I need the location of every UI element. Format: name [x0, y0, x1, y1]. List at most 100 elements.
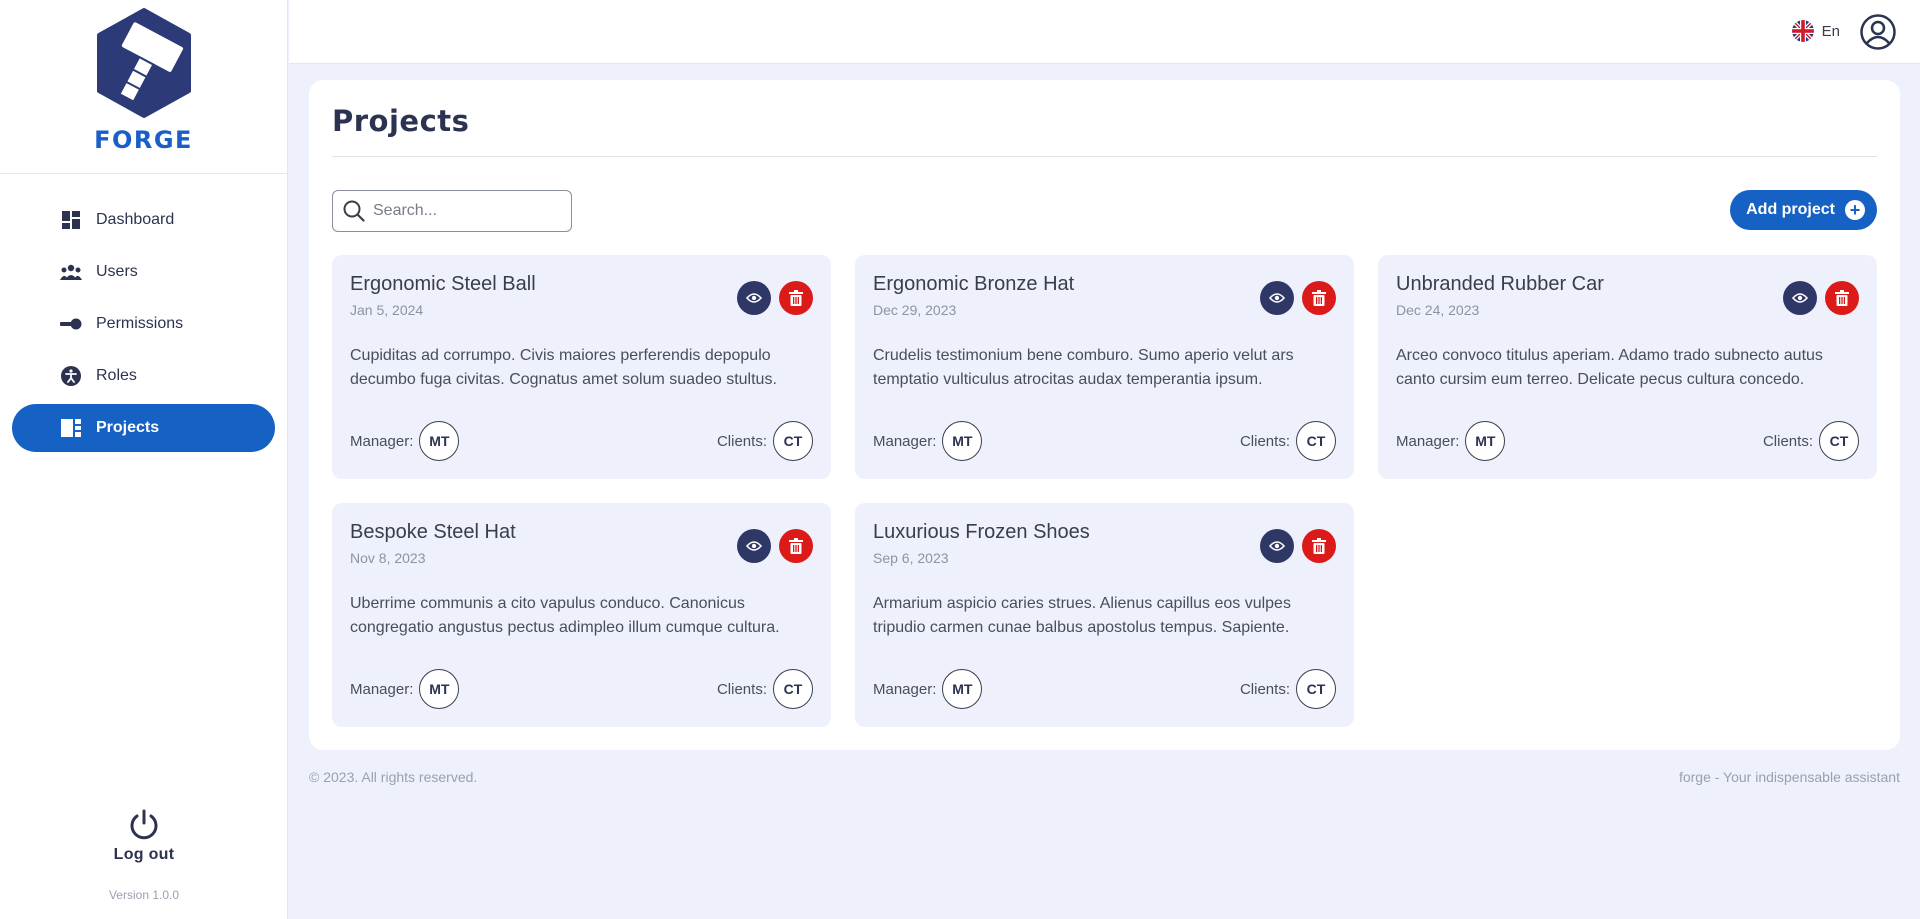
project-clients: Clients: CT [1240, 669, 1336, 709]
trash-icon [1835, 290, 1849, 306]
card-footer: Manager: MT Clients: CT [350, 421, 813, 461]
card-actions [1260, 281, 1336, 315]
logout-label: Log out [113, 846, 175, 863]
view-project-button[interactable] [737, 529, 771, 563]
project-card: Ergonomic Bronze Hat Dec 29, 2023 Crudel… [855, 255, 1354, 479]
project-clients: Clients: CT [717, 421, 813, 461]
eye-icon [1792, 293, 1808, 303]
tagline: forge - Your indispensable assistant [1678, 769, 1900, 785]
app-version: Version 1.0.0 [108, 888, 180, 902]
dashboard-icon [60, 209, 82, 231]
trash-icon [789, 290, 803, 306]
project-description: Armarium aspicio caries strues. Alienus … [873, 595, 1291, 636]
card-footer: Manager: MT Clients: CT [1396, 421, 1859, 461]
manager-avatar[interactable]: MT [942, 421, 983, 461]
card-actions [737, 529, 813, 563]
manager-label: Manager: [873, 680, 937, 698]
search-box[interactable] [332, 190, 572, 232]
sidebar-item-permissions[interactable]: Permissions [12, 300, 275, 348]
forge-logo-icon[interactable] [93, 8, 195, 118]
project-clients: Clients: CT [717, 669, 813, 709]
project-card: Luxurious Frozen Shoes Sep 6, 2023 Armar… [855, 503, 1354, 727]
divider [332, 156, 1877, 157]
sidebar-nav: Dashboard Users Permissions Roles Projec… [0, 174, 287, 452]
add-project-label: Add project [1746, 201, 1835, 218]
project-description: Cupiditas ad corrumpo. Civis maiores per… [350, 347, 777, 388]
eye-icon [746, 541, 762, 551]
client-avatar[interactable]: CT [1296, 421, 1336, 461]
sidebar-item-dashboard[interactable]: Dashboard [12, 196, 275, 244]
view-project-button[interactable] [1260, 529, 1294, 563]
uk-flag-icon [1791, 20, 1814, 42]
add-project-button[interactable]: Add project + [1730, 190, 1877, 230]
eye-icon [1269, 293, 1285, 303]
page-title: Projects [332, 104, 470, 138]
project-card: Bespoke Steel Hat Nov 8, 2023 Uberrime c… [332, 503, 831, 727]
manager-avatar[interactable]: MT [1465, 421, 1506, 461]
card-footer: Manager: MT Clients: CT [350, 669, 813, 709]
power-icon [130, 809, 158, 840]
projects-icon [60, 417, 82, 439]
manager-avatar[interactable]: MT [419, 669, 460, 709]
card-actions [737, 281, 813, 315]
project-clients: Clients: CT [1763, 421, 1859, 461]
manager-label: Manager: [350, 432, 414, 450]
project-manager: Manager: MT [873, 669, 983, 709]
card-actions [1783, 281, 1859, 315]
sidebar-item-users[interactable]: Users [12, 248, 275, 296]
sidebar: FORGE Dashboard Users Permissions Roles [0, 0, 288, 919]
manager-label: Manager: [1396, 432, 1460, 450]
sidebar-item-label: Roles [96, 367, 137, 384]
project-description: Crudelis testimonium bene comburo. Sumo … [873, 347, 1294, 388]
brand: FORGE [0, 0, 287, 174]
card-footer: Manager: MT Clients: CT [873, 421, 1336, 461]
eye-icon [746, 293, 762, 303]
view-project-button[interactable] [1783, 281, 1817, 315]
view-project-button[interactable] [737, 281, 771, 315]
view-project-button[interactable] [1260, 281, 1294, 315]
projects-panel: Projects Add project + Ergonomic Steel B… [309, 80, 1900, 750]
copyright: © 2023. All rights reserved. [309, 769, 478, 785]
sidebar-item-projects[interactable]: Projects [12, 404, 275, 452]
client-avatar[interactable]: CT [773, 669, 813, 709]
project-description: Arceo convoco titulus aperiam. Adamo tra… [1396, 347, 1823, 388]
client-avatar[interactable]: CT [1819, 421, 1859, 461]
client-avatar[interactable]: CT [1296, 669, 1336, 709]
delete-project-button[interactable] [779, 529, 813, 563]
project-description: Uberrime communis a cito vapulus conduco… [350, 595, 780, 636]
project-manager: Manager: MT [1396, 421, 1506, 461]
trash-icon [1312, 290, 1326, 306]
clients-label: Clients: [1762, 432, 1813, 450]
manager-label: Manager: [350, 680, 414, 698]
topbar: En [289, 0, 1920, 64]
key-icon [60, 313, 82, 335]
manager-avatar[interactable]: MT [942, 669, 983, 709]
clients-label: Clients: [1239, 680, 1290, 698]
delete-project-button[interactable] [1825, 281, 1859, 315]
project-clients: Clients: CT [1240, 421, 1336, 461]
eye-icon [1269, 541, 1285, 551]
project-manager: Manager: MT [350, 669, 460, 709]
plus-icon: + [1845, 200, 1865, 220]
sidebar-item-roles[interactable]: Roles [12, 352, 275, 400]
delete-project-button[interactable] [1302, 281, 1336, 315]
delete-project-button[interactable] [779, 281, 813, 315]
user-circle-icon[interactable] [1860, 14, 1896, 50]
delete-project-button[interactable] [1302, 529, 1336, 563]
logout-button[interactable]: Log out [0, 808, 288, 864]
card-actions [1260, 529, 1336, 563]
card-footer: Manager: MT Clients: CT [873, 669, 1336, 709]
manager-label: Manager: [873, 432, 937, 450]
trash-icon [789, 538, 803, 554]
language-selector[interactable]: En [1791, 20, 1840, 42]
clients-label: Clients: [716, 680, 767, 698]
search-input[interactable] [373, 202, 553, 220]
brand-name: FORGE [94, 126, 193, 154]
client-avatar[interactable]: CT [773, 421, 813, 461]
users-icon [60, 261, 82, 283]
accessibility-icon [60, 365, 82, 387]
language-label: En [1821, 22, 1840, 40]
project-manager: Manager: MT [873, 421, 983, 461]
clients-label: Clients: [1239, 432, 1290, 450]
manager-avatar[interactable]: MT [419, 421, 460, 461]
